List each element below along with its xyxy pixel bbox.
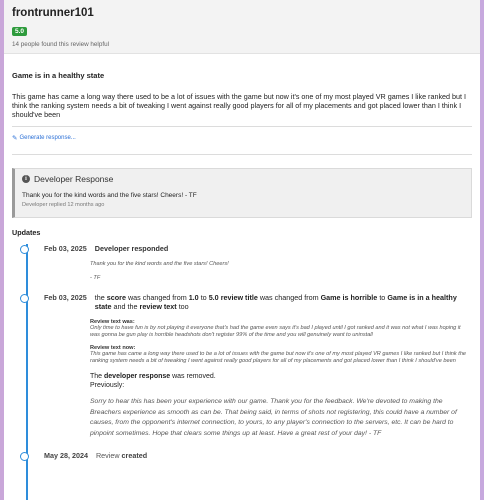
updates-heading: Updates — [12, 228, 41, 237]
response-quote-sign: - TF — [90, 275, 101, 281]
magic-wand-icon: ✎ — [12, 135, 18, 142]
previously-label: Previously: — [90, 382, 125, 389]
timeline-item: Feb 03, 2025 Developer responded Thank y… — [20, 244, 472, 281]
timeline-date: May 28, 2024 — [44, 451, 88, 460]
timeline-dot — [20, 245, 29, 254]
helpful-count: 14 people found this review helpful — [12, 41, 109, 48]
review-title: Game is in a healthy state — [12, 71, 105, 80]
response-removed-note: The developer response was removed. — [90, 373, 216, 380]
change-summary: the score was changed from 1.0 to 5.0 re… — [94, 293, 457, 311]
timeline-dot — [20, 452, 29, 461]
developer-response-heading: Developer Response — [34, 174, 114, 184]
info-circle-icon: i — [22, 175, 30, 183]
review-text: This game has came a long way there used… — [12, 92, 467, 119]
response-quote: Thank you for the kind words and the fiv… — [90, 261, 229, 267]
timeline-event: Developer responded — [94, 244, 169, 253]
updates-timeline: Feb 03, 2025 Developer responded Thank y… — [20, 244, 472, 500]
timeline-item: Feb 03, 2025 the score was changed from … — [20, 293, 472, 439]
generate-response-link[interactable]: ✎ Generate response... — [12, 134, 76, 142]
divider — [12, 126, 472, 127]
generate-response-label: Generate response... — [19, 135, 76, 141]
old-review-text: Only time to have fun is by not playing … — [90, 325, 461, 338]
timeline-dot — [20, 294, 29, 303]
review-panel: frontrunner101 5.0 14 people found this … — [4, 0, 480, 500]
developer-response-box: i Developer Response Thank you for the k… — [12, 168, 472, 218]
timeline-date: Feb 03, 2025 — [44, 293, 87, 302]
review-created-note: Review created — [95, 451, 148, 460]
timeline-item: May 28, 2024 Review created — [20, 451, 472, 461]
developer-response-meta: Developer replied 12 months ago — [22, 202, 105, 208]
developer-response-text: Thank you for the kind words and the fiv… — [22, 192, 197, 199]
rating-badge: 5.0 — [12, 27, 28, 36]
new-review-text: This game has came a long way there used… — [90, 351, 467, 364]
review-header: frontrunner101 5.0 14 people found this … — [4, 0, 480, 54]
reviewer-username: frontrunner101 — [12, 7, 94, 19]
previous-developer-response: Sorry to hear this has been your experie… — [90, 398, 457, 437]
timeline-date: Feb 03, 2025 — [44, 244, 87, 253]
divider — [12, 154, 472, 155]
